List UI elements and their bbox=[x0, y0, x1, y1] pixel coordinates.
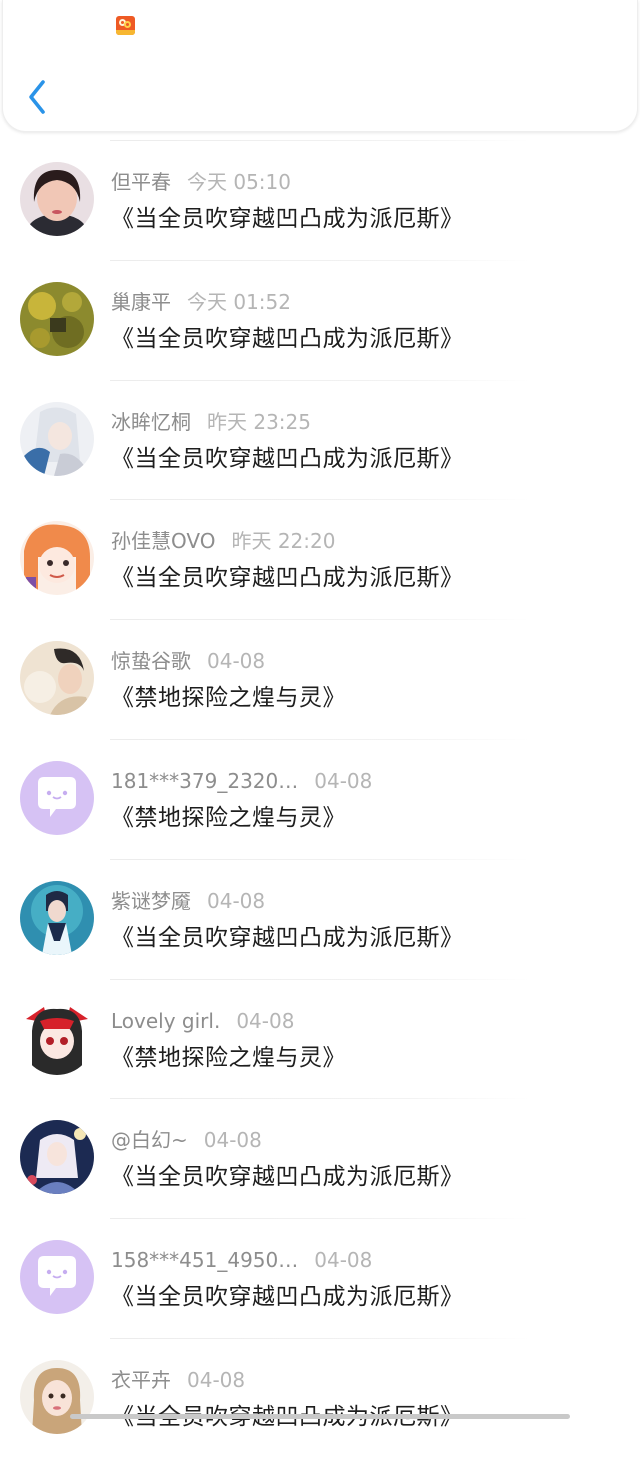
timestamp: 04-08 bbox=[236, 1008, 295, 1033]
list-item[interactable]: 但平春 今天 05:10 《当全员吹穿越凹凸成为派厄斯》 bbox=[0, 140, 640, 260]
list-item[interactable]: 孙佳慧OVO 昨天 22:20 《当全员吹穿越凹凸成为派厄斯》 bbox=[0, 499, 640, 619]
user-name[interactable]: Lovely girl. bbox=[111, 1009, 220, 1033]
avatar[interactable] bbox=[20, 401, 94, 476]
comment-meta: 惊蛰谷歌 04-08 bbox=[111, 647, 265, 675]
divider bbox=[110, 499, 530, 501]
list-item[interactable]: 紫谜梦魇 04-08 《当全员吹穿越凹凸成为派厄斯》 bbox=[0, 858, 640, 979]
comment-meta: @白幻~ 04-08 bbox=[111, 1126, 262, 1154]
user-name[interactable]: @白幻~ bbox=[111, 1128, 188, 1152]
avatar[interactable] bbox=[20, 641, 94, 716]
divider bbox=[110, 978, 530, 980]
book-title[interactable]: 《禁地探险之煌与灵》 bbox=[111, 1041, 346, 1075]
user-name[interactable]: 冰眸忆桐 bbox=[111, 410, 191, 434]
timestamp: 04-08 bbox=[207, 649, 266, 674]
avatar[interactable] bbox=[20, 1120, 94, 1195]
timestamp: 04-08 bbox=[314, 1248, 373, 1273]
top-bar bbox=[2, 0, 638, 132]
list-item[interactable]: Lovely girl. 04-08 《禁地探险之煌与灵》 bbox=[0, 978, 640, 1099]
comment-meta: 衣平卉 04-08 bbox=[111, 1366, 245, 1394]
user-name[interactable]: 巢康平 bbox=[111, 290, 171, 314]
comment-notification-list: 但平春 今天 05:10 《当全员吹穿越凹凸成为派厄斯》 巢康平 今天 01:52 … bbox=[0, 140, 640, 1458]
avatar[interactable] bbox=[20, 1359, 94, 1434]
comment-meta: Lovely girl. 04-08 bbox=[111, 1007, 294, 1035]
user-name[interactable]: 惊蛰谷歌 bbox=[111, 649, 191, 673]
user-name[interactable]: 紫谜梦魇 bbox=[111, 889, 191, 913]
chevron-left-icon bbox=[29, 80, 45, 114]
app-logo-icon bbox=[116, 16, 135, 35]
timestamp: 今天 05:10 bbox=[187, 170, 291, 194]
list-item[interactable]: 惊蛰谷歌 04-08 《禁地探险之煌与灵》 bbox=[0, 619, 640, 739]
divider bbox=[110, 1098, 530, 1100]
avatar[interactable] bbox=[20, 162, 94, 236]
divider bbox=[110, 140, 530, 141]
avatar[interactable] bbox=[20, 521, 94, 596]
timestamp: 04-08 bbox=[187, 1367, 246, 1392]
avatar[interactable] bbox=[20, 281, 94, 356]
list-item[interactable]: 巢康平 今天 01:52 《当全员吹穿越凹凸成为派厄斯》 bbox=[0, 259, 640, 380]
list-item[interactable]: 衣平卉04-08 《当全员吹穿越凹凸成为派厄斯》 bbox=[0, 1337, 640, 1458]
divider bbox=[110, 738, 530, 740]
divider bbox=[110, 259, 530, 261]
book-title[interactable]: 《禁地探险之煌与灵》 bbox=[111, 801, 346, 835]
divider bbox=[110, 379, 530, 381]
user-name[interactable]: 衣平卉 bbox=[111, 1368, 171, 1392]
back-button[interactable] bbox=[23, 78, 53, 116]
user-name[interactable]: 158***451_4950… bbox=[111, 1248, 298, 1272]
comment-meta: 181***379_2320… 04-08 bbox=[111, 767, 372, 795]
default-chat-bubble-avatar[interactable] bbox=[20, 1240, 94, 1315]
avatar[interactable] bbox=[20, 880, 94, 955]
avatar[interactable] bbox=[20, 1000, 94, 1075]
book-title[interactable]: 《禁地探险之煌与灵》 bbox=[111, 681, 346, 715]
user-name[interactable]: 孙佳慧OVO bbox=[111, 529, 215, 553]
timestamp: 04-08 bbox=[203, 1128, 262, 1153]
comment-meta: 冰眸忆桐 昨天 23:25 bbox=[111, 408, 311, 436]
list-item[interactable]: @白幻~ 04-08 《当全员吹穿越凹凸成为派厄斯》 bbox=[0, 1098, 640, 1218]
book-title[interactable]: 《当全员吹穿越凹凸成为派厄斯》 bbox=[111, 322, 464, 356]
timestamp: 昨天 23:25 bbox=[207, 409, 311, 434]
home-indicator[interactable] bbox=[70, 1414, 570, 1419]
user-name[interactable]: 181***379_2320… bbox=[111, 769, 298, 793]
timestamp: 昨天 22:20 bbox=[231, 529, 336, 554]
comment-meta: 紫谜梦魇 04-08 bbox=[111, 887, 265, 915]
user-name[interactable]: 但平春 bbox=[111, 170, 171, 194]
list-item[interactable]: 181***379_2320… 04-08 《禁地探险之煌与灵》 bbox=[0, 738, 640, 859]
book-title[interactable]: 《当全员吹穿越凹凸成为派厄斯》 bbox=[111, 1160, 464, 1194]
list-item[interactable]: 冰眸忆桐 昨天 23:25 《当全员吹穿越凹凸成为派厄斯》 bbox=[0, 379, 640, 500]
book-title[interactable]: 《当全员吹穿越凹凸成为派厄斯》 bbox=[111, 1280, 464, 1314]
comment-meta: 158***451_4950… 04-08 bbox=[111, 1246, 372, 1274]
list-item[interactable]: 158***451_4950… 04-08 《当全员吹穿越凹凸成为派厄斯》 bbox=[0, 1218, 640, 1338]
divider bbox=[110, 858, 530, 860]
comment-meta: 但平春 今天 05:10 bbox=[111, 168, 291, 196]
divider bbox=[110, 1337, 530, 1339]
divider bbox=[110, 1218, 530, 1220]
timestamp: 今天 01:52 bbox=[187, 289, 291, 314]
book-title[interactable]: 《当全员吹穿越凹凸成为派厄斯》 bbox=[111, 442, 464, 476]
book-title[interactable]: 《当全员吹穿越凹凸成为派厄斯》 bbox=[111, 202, 464, 236]
divider bbox=[110, 619, 530, 621]
book-title[interactable]: 《当全员吹穿越凹凸成为派厄斯》 bbox=[111, 921, 464, 955]
comment-meta: 巢康平 今天 01:52 bbox=[111, 288, 291, 316]
comment-meta: 孙佳慧OVO 昨天 22:20 bbox=[111, 527, 335, 555]
default-chat-bubble-avatar[interactable] bbox=[20, 760, 94, 835]
timestamp: 04-08 bbox=[314, 768, 373, 793]
book-title[interactable]: 《当全员吹穿越凹凸成为派厄斯》 bbox=[111, 561, 464, 595]
timestamp: 04-08 bbox=[207, 888, 266, 913]
